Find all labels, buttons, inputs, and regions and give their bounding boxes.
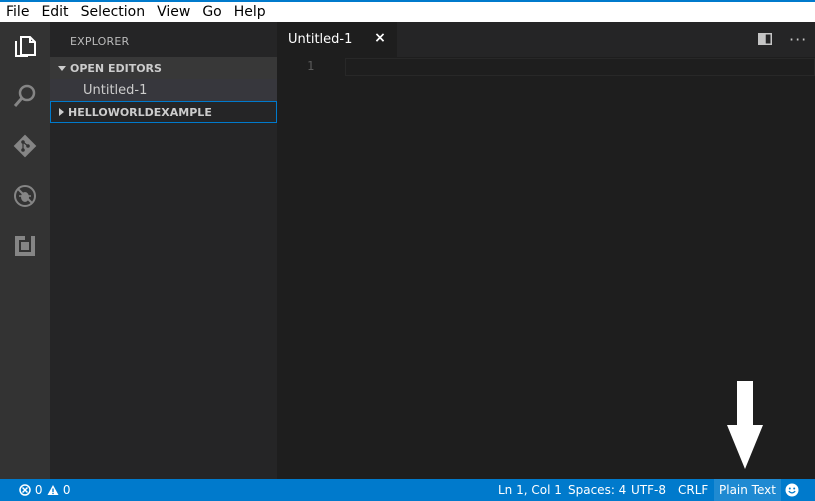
warnings-indicator[interactable]: 0	[47, 479, 70, 501]
error-icon	[19, 484, 31, 496]
open-editor-item[interactable]: Untitled-1	[50, 79, 277, 101]
menu-view[interactable]: View	[151, 2, 196, 22]
close-icon[interactable]: ×	[371, 30, 389, 46]
chevron-down-icon	[58, 65, 66, 71]
debug-icon[interactable]	[9, 180, 41, 212]
menu-help[interactable]: Help	[228, 2, 272, 22]
explorer-title: EXPLORER	[70, 35, 130, 48]
language-mode[interactable]: Plain Text	[714, 479, 781, 501]
line-number: 1	[307, 59, 315, 73]
split-editor-icon[interactable]	[758, 33, 772, 45]
eol-setting[interactable]: CRLF	[678, 479, 708, 501]
extensions-icon[interactable]	[9, 230, 41, 262]
encoding-setting[interactable]: UTF-8	[631, 479, 666, 501]
editor-tab-bar: Untitled-1 × ···	[277, 22, 815, 57]
arrow-down-icon	[727, 381, 763, 469]
warning-count: 0	[62, 483, 71, 497]
open-editor-label: Untitled-1	[83, 82, 148, 98]
errors-indicator[interactable]: 0	[19, 479, 42, 501]
menu-file[interactable]: File	[0, 2, 35, 22]
open-editors-header[interactable]: OPEN EDITORS	[50, 57, 277, 79]
activity-bar	[0, 22, 50, 479]
status-bar: 0 0 Ln 1, Col 1 Spaces: 4 UTF-8 CRLF Pla…	[0, 479, 815, 501]
feedback-smiley-icon[interactable]	[785, 483, 799, 497]
source-control-icon[interactable]	[9, 130, 41, 162]
warning-icon	[47, 485, 59, 495]
current-line-highlight	[345, 58, 815, 76]
tab-untitled-1[interactable]: Untitled-1 ×	[277, 22, 397, 57]
menu-edit[interactable]: Edit	[35, 2, 74, 22]
indentation-setting[interactable]: Spaces: 4	[568, 479, 626, 501]
explorer-sidebar: EXPLORER OPEN EDITORS Untitled-1 HELLOWO…	[50, 22, 277, 479]
open-editors-label: OPEN EDITORS	[70, 61, 162, 75]
folder-header[interactable]: HELLOWORLDEXAMPLE	[50, 101, 277, 123]
search-icon[interactable]	[9, 80, 41, 112]
menu-go[interactable]: Go	[196, 2, 227, 22]
tab-label: Untitled-1	[288, 32, 353, 47]
explorer-icon[interactable]	[9, 30, 41, 62]
error-count: 0	[34, 483, 43, 497]
chevron-right-icon	[59, 108, 64, 116]
cursor-position[interactable]: Ln 1, Col 1	[498, 479, 562, 501]
more-actions-icon[interactable]: ···	[789, 30, 807, 49]
menu-selection[interactable]: Selection	[75, 2, 152, 22]
folder-label: HELLOWORLDEXAMPLE	[68, 105, 212, 119]
menubar: File Edit Selection View Go Help	[0, 2, 815, 22]
